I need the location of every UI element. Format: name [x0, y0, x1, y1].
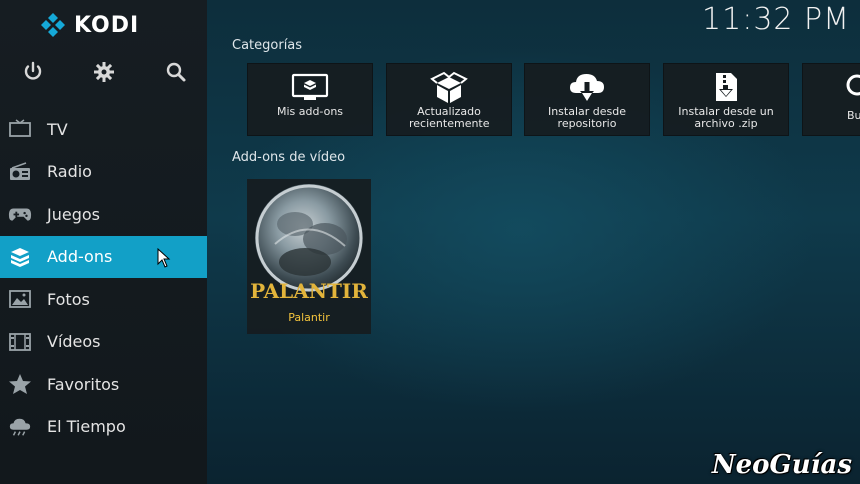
section-title-addons-video: Add-ons de vídeo [232, 150, 346, 165]
menu-label: Add-ons [47, 247, 113, 267]
menu-item-juegos[interactable]: Juegos [0, 193, 207, 236]
tile-label: Instalar desde repositorio [547, 105, 627, 130]
menu-item-radio[interactable]: Radio [0, 151, 207, 194]
addon-tile-palantir[interactable]: PALANTIR Palantir [247, 179, 371, 334]
addon-label: Palantir [288, 311, 330, 324]
mouse-cursor-icon [157, 247, 171, 268]
menu-label: TV [47, 119, 68, 139]
tile-label: Mis add-ons [276, 105, 344, 118]
palantir-artwork [255, 184, 363, 292]
tile-label: Instalar desde un archivo .zip [678, 105, 774, 130]
tile-label: Bu [847, 109, 860, 122]
radio-icon [8, 160, 32, 184]
menu-item-videos[interactable]: Vídeos [0, 321, 207, 364]
power-icon[interactable] [21, 60, 45, 84]
menu-label: Radio [47, 162, 92, 182]
palantir-art-title: PALANTIR [250, 279, 368, 303]
gear-icon[interactable] [92, 60, 116, 84]
menu-item-el-tiempo[interactable]: El Tiempo [0, 406, 207, 449]
menu-label: Vídeos [47, 332, 101, 352]
menu-item-tv[interactable]: TV [0, 108, 207, 151]
film-icon [8, 330, 32, 354]
gamepad-icon [8, 202, 32, 226]
tile-actualizado-recientemente[interactable]: Actualizado recientemente [386, 63, 512, 136]
photo-icon [8, 287, 32, 311]
menu-label: Fotos [47, 289, 90, 309]
weather-icon [8, 415, 32, 439]
watermark: NeoGuías [711, 450, 852, 480]
menu-item-fotos[interactable]: Fotos [0, 278, 207, 321]
menu-item-addons[interactable]: Add-ons [0, 235, 207, 278]
search-icon [843, 72, 860, 104]
section-title-categorias: Categorías [232, 38, 303, 53]
cloud-download-icon [567, 72, 607, 104]
kodi-logo-icon [41, 13, 65, 37]
logo-text: KODI [74, 12, 140, 38]
tile-instalar-desde-zip[interactable]: Instalar desde un archivo .zip [663, 63, 789, 136]
addons-box-icon [8, 245, 32, 269]
sidebar: KODI TV Radio Juegos Add-ons Fotos Vídeo… [0, 0, 207, 484]
zip-download-icon [706, 72, 746, 104]
menu-label: Juegos [47, 204, 100, 224]
tile-buscar-partial[interactable]: Bu [802, 63, 860, 136]
star-icon [8, 372, 32, 396]
menu-label: Favoritos [47, 374, 120, 394]
tv-icon [8, 117, 32, 141]
monitor-box-icon [290, 72, 330, 104]
menu-item-favoritos[interactable]: Favoritos [0, 363, 207, 406]
clock: 11:32 PM [702, 2, 850, 37]
tile-label: Actualizado recientemente [409, 105, 490, 130]
main-menu: TV Radio Juegos Add-ons Fotos Vídeos Fav… [0, 108, 207, 448]
search-icon[interactable] [164, 60, 188, 84]
tile-mis-addons[interactable]: Mis add-ons [247, 63, 373, 136]
open-box-icon [429, 71, 469, 104]
menu-label: El Tiempo [47, 417, 126, 437]
kodi-logo[interactable]: KODI [40, 12, 139, 38]
top-icon-bar [0, 60, 207, 88]
tile-instalar-desde-repositorio[interactable]: Instalar desde repositorio [524, 63, 650, 136]
